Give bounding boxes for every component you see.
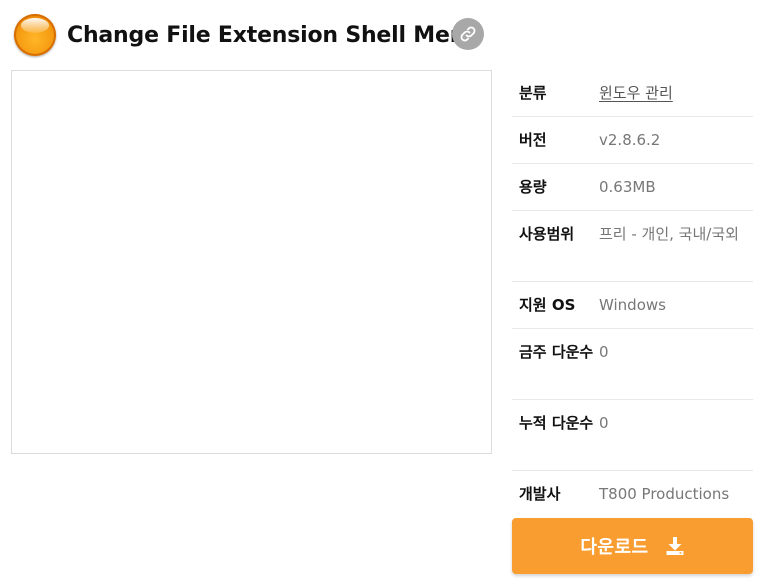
page-title: Change File Extension Shell Menu [67, 22, 481, 48]
info-value: T800 Productions [599, 485, 730, 503]
download-button[interactable]: 다운로드 [512, 518, 753, 574]
info-label: 용량 [519, 178, 547, 196]
info-label: 개발사 [519, 485, 561, 503]
program-info-table: 분류 윈도우 관리 버전 v2.8.6.2 용량 0.63MB 사용범위 프리 … [512, 70, 753, 518]
info-value: 0.63MB [599, 178, 656, 196]
info-label: 분류 [519, 84, 547, 102]
info-row-weekly-downloads: 금주 다운수 0 [512, 329, 753, 400]
info-label: 지원 OS [519, 296, 576, 314]
info-label: 누적 다운수 [519, 414, 594, 432]
screenshot-preview [11, 70, 492, 454]
info-row-version: 버전 v2.8.6.2 [512, 117, 753, 164]
info-row-os: 지원 OS Windows [512, 282, 753, 329]
info-value: 0 [599, 343, 609, 361]
download-icon [665, 536, 685, 556]
info-value: Windows [599, 296, 666, 314]
info-row-category: 분류 윈도우 관리 [512, 70, 753, 117]
info-value: 프리 - 개인, 국내/국외 [599, 225, 739, 243]
orange-orb-icon [14, 14, 56, 56]
info-value: v2.8.6.2 [599, 131, 661, 149]
info-row-size: 용량 0.63MB [512, 164, 753, 211]
info-label: 금주 다운수 [519, 343, 594, 361]
info-row-developer: 개발사 T800 Productions [512, 471, 753, 518]
link-icon [460, 26, 476, 42]
app-header: Change File Extension Shell Menu [14, 13, 481, 57]
category-link[interactable]: 윈도우 관리 [599, 70, 753, 116]
info-value: 0 [599, 414, 609, 432]
info-row-total-downloads: 누적 다운수 0 [512, 400, 753, 471]
info-row-license: 사용범위 프리 - 개인, 국내/국외 [512, 211, 753, 282]
info-label: 사용범위 [519, 225, 575, 243]
info-label: 버전 [519, 131, 547, 149]
share-link-button[interactable] [452, 18, 484, 50]
download-label: 다운로드 [580, 537, 649, 558]
